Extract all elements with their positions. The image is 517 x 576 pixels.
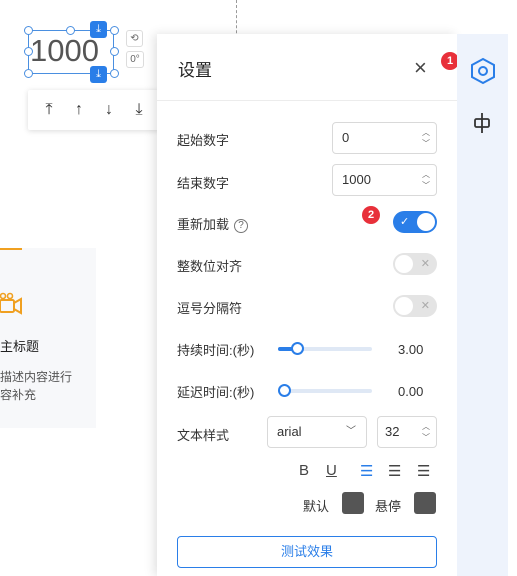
toggle-knob xyxy=(417,213,435,231)
default-color-swatch[interactable] xyxy=(342,492,364,514)
card-accent-line xyxy=(0,248,22,250)
toggle-knob xyxy=(395,255,413,273)
reload-toggle[interactable]: ✓ xyxy=(393,211,437,233)
angle-readout: 0° xyxy=(126,51,144,68)
hover-color-label: 悬停 xyxy=(375,499,402,514)
end-number-value: 1000 xyxy=(342,172,371,187)
card-desc-line-1: 描述内容进行 xyxy=(0,370,73,384)
align-center-icon[interactable]: ☰ xyxy=(388,462,401,480)
end-number-input[interactable]: 1000 ︿ ﹀ xyxy=(332,164,437,196)
step-badge-2: 2 xyxy=(362,206,380,224)
stepper-icon[interactable]: ︿ ﹀ xyxy=(422,421,430,443)
comma-separator-label: 逗号分隔符 xyxy=(177,301,243,316)
delay-label: 延迟时间:(秒) xyxy=(177,385,255,400)
card-desc-line-2: 容补充 xyxy=(0,388,37,402)
layer-toolbar: ⤒ ↑ ↓ ⤓ xyxy=(28,90,160,130)
integer-align-toggle[interactable]: ✕ xyxy=(393,253,437,275)
move-to-top-icon[interactable]: ⤒ xyxy=(37,101,61,119)
x-icon: ✕ xyxy=(420,300,430,312)
card-description: 描述内容进行 容补充 xyxy=(0,368,72,404)
anchor-top-icon[interactable]: ⤓ xyxy=(90,21,107,38)
stepper-icon[interactable]: ︿ ﹀ xyxy=(422,127,430,149)
panel-title: 设置 xyxy=(178,61,212,80)
panel-divider xyxy=(157,100,457,101)
help-icon[interactable]: ? xyxy=(234,219,249,233)
layout-icon[interactable] xyxy=(471,112,493,134)
card-title: 主标题 xyxy=(0,339,40,354)
end-number-label: 结束数字 xyxy=(177,176,230,191)
settings-hexagon-icon[interactable] xyxy=(469,57,497,85)
font-size-value: 32 xyxy=(385,424,400,439)
close-icon[interactable]: × xyxy=(414,57,427,79)
slider-thumb[interactable] xyxy=(278,384,291,397)
font-family-select[interactable]: arial ﹀ xyxy=(267,416,367,448)
resize-handle-br[interactable] xyxy=(110,69,119,78)
rotate-icon[interactable]: ⟲ xyxy=(126,30,143,47)
align-left-icon[interactable]: ☰ xyxy=(360,462,373,480)
slider-thumb[interactable] xyxy=(291,342,304,355)
duration-value: 3.00 xyxy=(398,342,424,357)
integer-align-label: 整数位对齐 xyxy=(177,259,243,274)
resize-handle-tr[interactable] xyxy=(110,26,119,35)
camera-icon xyxy=(0,292,22,315)
move-to-bottom-icon[interactable]: ⤓ xyxy=(127,101,151,119)
resize-handle-ml[interactable] xyxy=(24,47,33,56)
font-family-value: arial xyxy=(277,424,302,439)
start-number-input[interactable]: 0 ︿ ﹀ xyxy=(332,122,437,154)
settings-panel: 设置 × 起始数字 0 ︿ ﹀ 结束数字 1000 ︿ ﹀ 重新加载? ✓ 整数位对… xyxy=(157,34,457,576)
default-color-label: 默认 xyxy=(303,499,330,514)
check-icon: ✓ xyxy=(400,216,410,228)
resize-handle-mr[interactable] xyxy=(110,47,119,56)
delay-slider[interactable] xyxy=(278,384,372,397)
reload-label: 重新加载? xyxy=(177,214,249,233)
duration-slider[interactable] xyxy=(278,342,372,355)
move-down-icon[interactable]: ↓ xyxy=(97,101,121,119)
resize-handle-tl[interactable] xyxy=(24,26,33,35)
delay-value: 0.00 xyxy=(398,384,424,399)
reload-label-text: 重新加载 xyxy=(177,217,230,232)
stepper-icon[interactable]: ︿ ﹀ xyxy=(422,169,430,191)
rail-edge xyxy=(508,34,517,576)
duration-label: 持续时间:(秒) xyxy=(177,343,255,358)
test-effect-button[interactable]: 测试效果 xyxy=(177,536,437,568)
toggle-knob xyxy=(395,297,413,315)
start-number-value: 0 xyxy=(342,130,350,145)
start-number-label: 起始数字 xyxy=(177,133,230,148)
comma-separator-toggle[interactable]: ✕ xyxy=(393,295,437,317)
chevron-down-icon: ﹀ xyxy=(346,426,356,437)
resize-handle-tc[interactable] xyxy=(66,26,75,35)
move-up-icon[interactable]: ↑ xyxy=(67,101,91,119)
hover-color-swatch[interactable] xyxy=(414,492,436,514)
counter-number[interactable]: 1000 xyxy=(30,30,99,72)
x-icon: ✕ xyxy=(420,258,430,270)
resize-handle-bl[interactable] xyxy=(24,69,33,78)
align-right-icon[interactable]: ☰ xyxy=(417,462,430,480)
underline-icon[interactable]: U xyxy=(326,462,337,479)
anchor-bottom-icon[interactable]: ⤓ xyxy=(90,66,107,83)
text-style-label: 文本样式 xyxy=(177,428,230,443)
font-size-input[interactable]: 32 ︿ ﹀ xyxy=(377,416,437,448)
bold-icon[interactable]: B xyxy=(299,462,309,479)
